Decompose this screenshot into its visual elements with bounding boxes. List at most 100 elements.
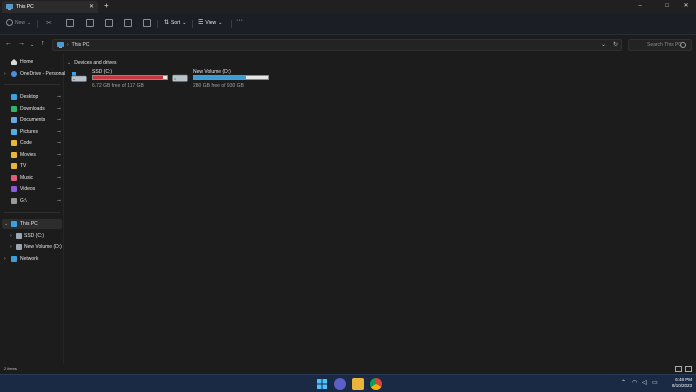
chevron-right-icon[interactable]: › (10, 233, 12, 239)
pin-icon: ⊸ (56, 129, 61, 135)
drive-usage-fill (194, 76, 246, 79)
close-button[interactable]: ✕ (676, 1, 696, 11)
pin-icon: ⊸ (56, 117, 61, 123)
drive-icon (16, 233, 22, 239)
sidebar-item-ssd-c[interactable]: › SSD (C:) (0, 231, 64, 241)
sidebar-divider (4, 212, 60, 213)
chevron-down-icon[interactable]: ⌄ (601, 41, 606, 48)
back-icon[interactable]: ← (5, 40, 12, 48)
file-explorer-icon[interactable] (352, 378, 364, 390)
chevron-right-icon[interactable]: › (10, 244, 12, 250)
pin-icon: ⊸ (56, 186, 61, 192)
chevron-up-icon[interactable]: ⌃ (621, 379, 626, 386)
battery-icon[interactable]: ▭ (652, 379, 658, 386)
more-options-button[interactable]: ··· (236, 17, 243, 24)
sidebar-item-label: Pictures (20, 129, 39, 135)
sidebar-item-documents[interactable]: Documents ⊸ (0, 115, 64, 125)
sidebar-item-label: This PC (20, 221, 38, 227)
forward-icon[interactable]: → (18, 40, 25, 48)
tiles-view-icon[interactable] (685, 366, 692, 372)
sidebar-item-onedrive[interactable]: › OneDrive - Personal (0, 69, 66, 79)
wifi-icon[interactable]: ◠ (632, 379, 637, 386)
chevron-right-icon[interactable]: › (4, 256, 6, 262)
clock[interactable]: 6:48 PM 8/10/2023 (664, 377, 692, 389)
sidebar-item-g-drive[interactable]: G:\ ⊸ (0, 196, 64, 206)
sidebar-item-code[interactable]: Code ⊸ (0, 138, 64, 148)
minimize-button[interactable]: – (630, 1, 650, 11)
refresh-icon[interactable]: ↻ (613, 41, 618, 48)
sort-button[interactable]: ⇅ Sort ⌄ (164, 19, 186, 27)
sidebar-item-movies[interactable]: Movies ⊸ (0, 150, 64, 160)
sidebar-item-home[interactable]: Home (0, 57, 64, 67)
download-icon (11, 106, 17, 112)
chrome-icon[interactable] (370, 378, 382, 390)
chevron-right-icon[interactable]: › (4, 71, 6, 77)
group-header-label: Devices and drives (74, 60, 117, 66)
pin-icon: ⊸ (56, 152, 61, 158)
desktop-icon (11, 94, 17, 100)
folder-icon (11, 152, 17, 158)
maximize-button[interactable]: □ (657, 1, 677, 11)
recent-locations-icon[interactable]: ⌄ (30, 41, 34, 49)
sidebar-item-new-volume-d[interactable]: › New Volume (D:) (0, 242, 64, 252)
chevron-down-icon[interactable]: ⌄ (4, 221, 8, 227)
folder-icon (11, 163, 17, 169)
pin-icon: ⊸ (56, 175, 61, 181)
sidebar-item-label: Videos (20, 186, 36, 192)
sidebar-item-music[interactable]: Music ⊸ (0, 173, 64, 183)
this-pc-icon (57, 42, 64, 48)
network-icon (11, 256, 17, 262)
sidebar-item-pictures[interactable]: Pictures ⊸ (0, 127, 64, 137)
tab-this-pc[interactable]: This PC ✕ (2, 1, 98, 13)
tab-close-icon[interactable]: ✕ (89, 3, 94, 10)
drive-usage-bar (193, 75, 269, 80)
home-icon (11, 59, 17, 65)
status-bar: 2 items (0, 364, 696, 374)
group-header-devices[interactable]: ⌄ Devices and drives (67, 60, 116, 66)
toolbar-divider (157, 20, 158, 28)
video-icon (11, 186, 17, 192)
sidebar-item-label: New Volume (D:) (24, 244, 62, 250)
search-input[interactable]: Search This PC (628, 39, 692, 51)
copy-button[interactable] (66, 19, 74, 27)
new-tab-button[interactable]: + (104, 1, 109, 11)
rename-button[interactable] (105, 19, 113, 27)
details-view-icon[interactable] (675, 366, 682, 372)
volume-icon[interactable]: ◁ (642, 379, 647, 386)
windows-drive-icon (71, 72, 87, 82)
sidebar-item-tv[interactable]: TV ⊸ (0, 161, 64, 171)
chat-icon[interactable] (334, 378, 346, 390)
pin-icon: ⊸ (56, 94, 61, 100)
paste-button[interactable] (86, 19, 94, 27)
command-bar: New ⌄ ✂ ⇅ Sort ⌄ ☰ View ⌄ ··· (0, 13, 696, 35)
share-button[interactable] (124, 19, 132, 27)
delete-button[interactable] (143, 19, 151, 27)
pin-icon: ⊸ (56, 106, 61, 112)
clipboard-icon (86, 19, 94, 27)
drive-icon (172, 74, 188, 82)
drive-tile-ssd-c[interactable]: SSD (C:) 6.72 GB free of 117 GB (65, 68, 168, 90)
sidebar-item-label: OneDrive - Personal (20, 71, 66, 77)
sidebar-item-label: G:\ (20, 198, 27, 204)
sidebar-item-this-pc[interactable]: ⌄ This PC (2, 219, 62, 229)
start-icon[interactable] (316, 378, 328, 390)
sidebar-item-network[interactable]: › Network (0, 254, 64, 264)
view-button[interactable]: ☰ View ⌄ (198, 19, 222, 27)
drive-tile-new-volume-d[interactable]: New Volume (D:) 280 GB free of 930 GB (166, 68, 269, 90)
cut-button[interactable]: ✂ (46, 19, 52, 27)
plus-circle-icon (6, 19, 13, 26)
sidebar-item-desktop[interactable]: Desktop ⊸ (0, 92, 64, 102)
this-pc-icon (11, 221, 17, 227)
sidebar-item-label: Movies (20, 152, 36, 158)
new-button[interactable]: New ⌄ (6, 19, 31, 26)
clock-date: 8/10/2023 (671, 383, 692, 388)
title-bar: This PC ✕ + – □ ✕ (0, 0, 696, 13)
sidebar-item-videos[interactable]: Videos ⊸ (0, 184, 64, 194)
address-bar[interactable]: › This PC ⌄ ↻ (52, 39, 622, 51)
breadcrumb[interactable]: This PC (72, 42, 90, 48)
document-icon (11, 117, 17, 123)
sidebar-item-label: Music (20, 175, 34, 181)
up-icon[interactable]: ↑ (41, 40, 45, 48)
pin-icon: ⊸ (56, 198, 61, 204)
sidebar-item-downloads[interactable]: Downloads ⊸ (0, 104, 64, 114)
